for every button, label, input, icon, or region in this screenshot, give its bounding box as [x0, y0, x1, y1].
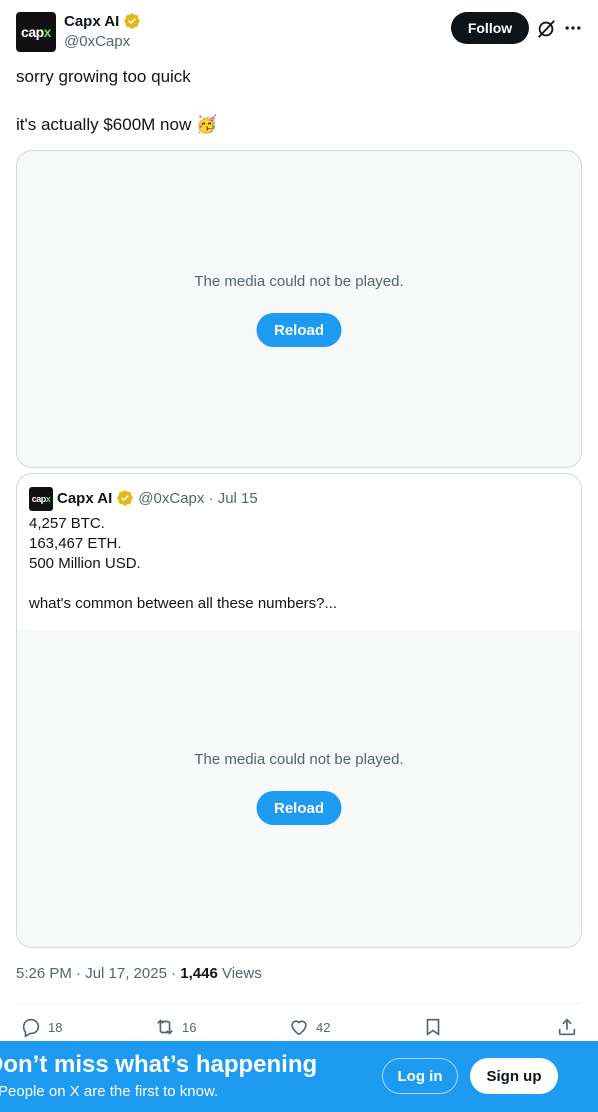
- quote-text-line: 500 Million USD.: [29, 555, 141, 572]
- quote-handle-date: @0xCapx · Jul 15: [138, 489, 258, 507]
- reload-button[interactable]: Reload: [256, 791, 342, 825]
- quote-avatar: capx: [29, 487, 53, 511]
- media-error-text: The media could not be played.: [194, 751, 404, 768]
- grok-icon[interactable]: [535, 18, 557, 40]
- reply-icon: [22, 1018, 40, 1038]
- verified-badge-icon: [117, 490, 133, 506]
- capx-logo: capx: [21, 24, 51, 40]
- repost-icon: [157, 1019, 173, 1035]
- like-button[interactable]: 42: [288, 1016, 330, 1038]
- quote-header: Capx AI @0xCapx · Jul 15: [57, 489, 258, 507]
- reply-button[interactable]: 18: [20, 1016, 62, 1038]
- timestamp-text: 5:26 PM · Jul 17, 2025 ·: [16, 965, 181, 982]
- divider: [16, 1003, 582, 1004]
- repost-button[interactable]: 16: [154, 1016, 196, 1038]
- banner-title: Don’t miss what’s happening: [0, 1051, 318, 1078]
- author-avatar[interactable]: capx: [16, 12, 56, 52]
- reload-button[interactable]: Reload: [256, 313, 342, 347]
- author-name[interactable]: Capx AI: [64, 12, 141, 30]
- bookmark-button[interactable]: [422, 1016, 444, 1038]
- quoted-tweet[interactable]: capx Capx AI @0xCapx · Jul 15 4,257 BTC.…: [16, 473, 582, 948]
- author-handle[interactable]: @0xCapx: [64, 33, 130, 50]
- like-count: 42: [316, 1019, 331, 1035]
- more-options-icon[interactable]: [563, 18, 583, 38]
- bookmark-icon: [426, 1018, 440, 1036]
- heart-icon: [291, 1020, 307, 1036]
- quote-media[interactable]: The media could not be played. Reload: [17, 630, 581, 947]
- author-display-name: Capx AI: [64, 12, 120, 30]
- share-button[interactable]: [556, 1016, 578, 1038]
- signup-banner: Don’t miss what’s happening People on X …: [0, 1041, 598, 1112]
- tweet-timestamp[interactable]: 5:26 PM · Jul 17, 2025 · 1,446 Views: [16, 965, 262, 982]
- tweet-text-line-2: it's actually $600M now 🥳: [16, 115, 218, 134]
- signup-button[interactable]: Sign up: [470, 1058, 558, 1094]
- reply-count: 18: [48, 1019, 63, 1035]
- quote-display-name: Capx AI: [57, 489, 113, 507]
- quote-text-line: 163,467 ETH.: [29, 535, 122, 552]
- quote-text-line: what's common between all these numbers?…: [29, 595, 338, 612]
- repost-count: 16: [182, 1019, 197, 1035]
- follow-button[interactable]: Follow: [451, 12, 529, 44]
- tweet-media[interactable]: The media could not be played. Reload: [16, 150, 582, 468]
- tweet-text-line-1: sorry growing too quick: [16, 67, 191, 86]
- login-button[interactable]: Log in: [382, 1058, 458, 1094]
- quote-text-line: 4,257 BTC.: [29, 515, 105, 532]
- banner-subtitle: People on X are the first to know.: [0, 1083, 219, 1100]
- capx-logo: capx: [31, 494, 51, 504]
- share-icon: [558, 1018, 576, 1036]
- media-error-text: The media could not be played.: [194, 273, 404, 290]
- views-label: Views: [217, 965, 262, 982]
- views-count: 1,446: [180, 965, 218, 982]
- verified-badge-icon: [124, 13, 140, 29]
